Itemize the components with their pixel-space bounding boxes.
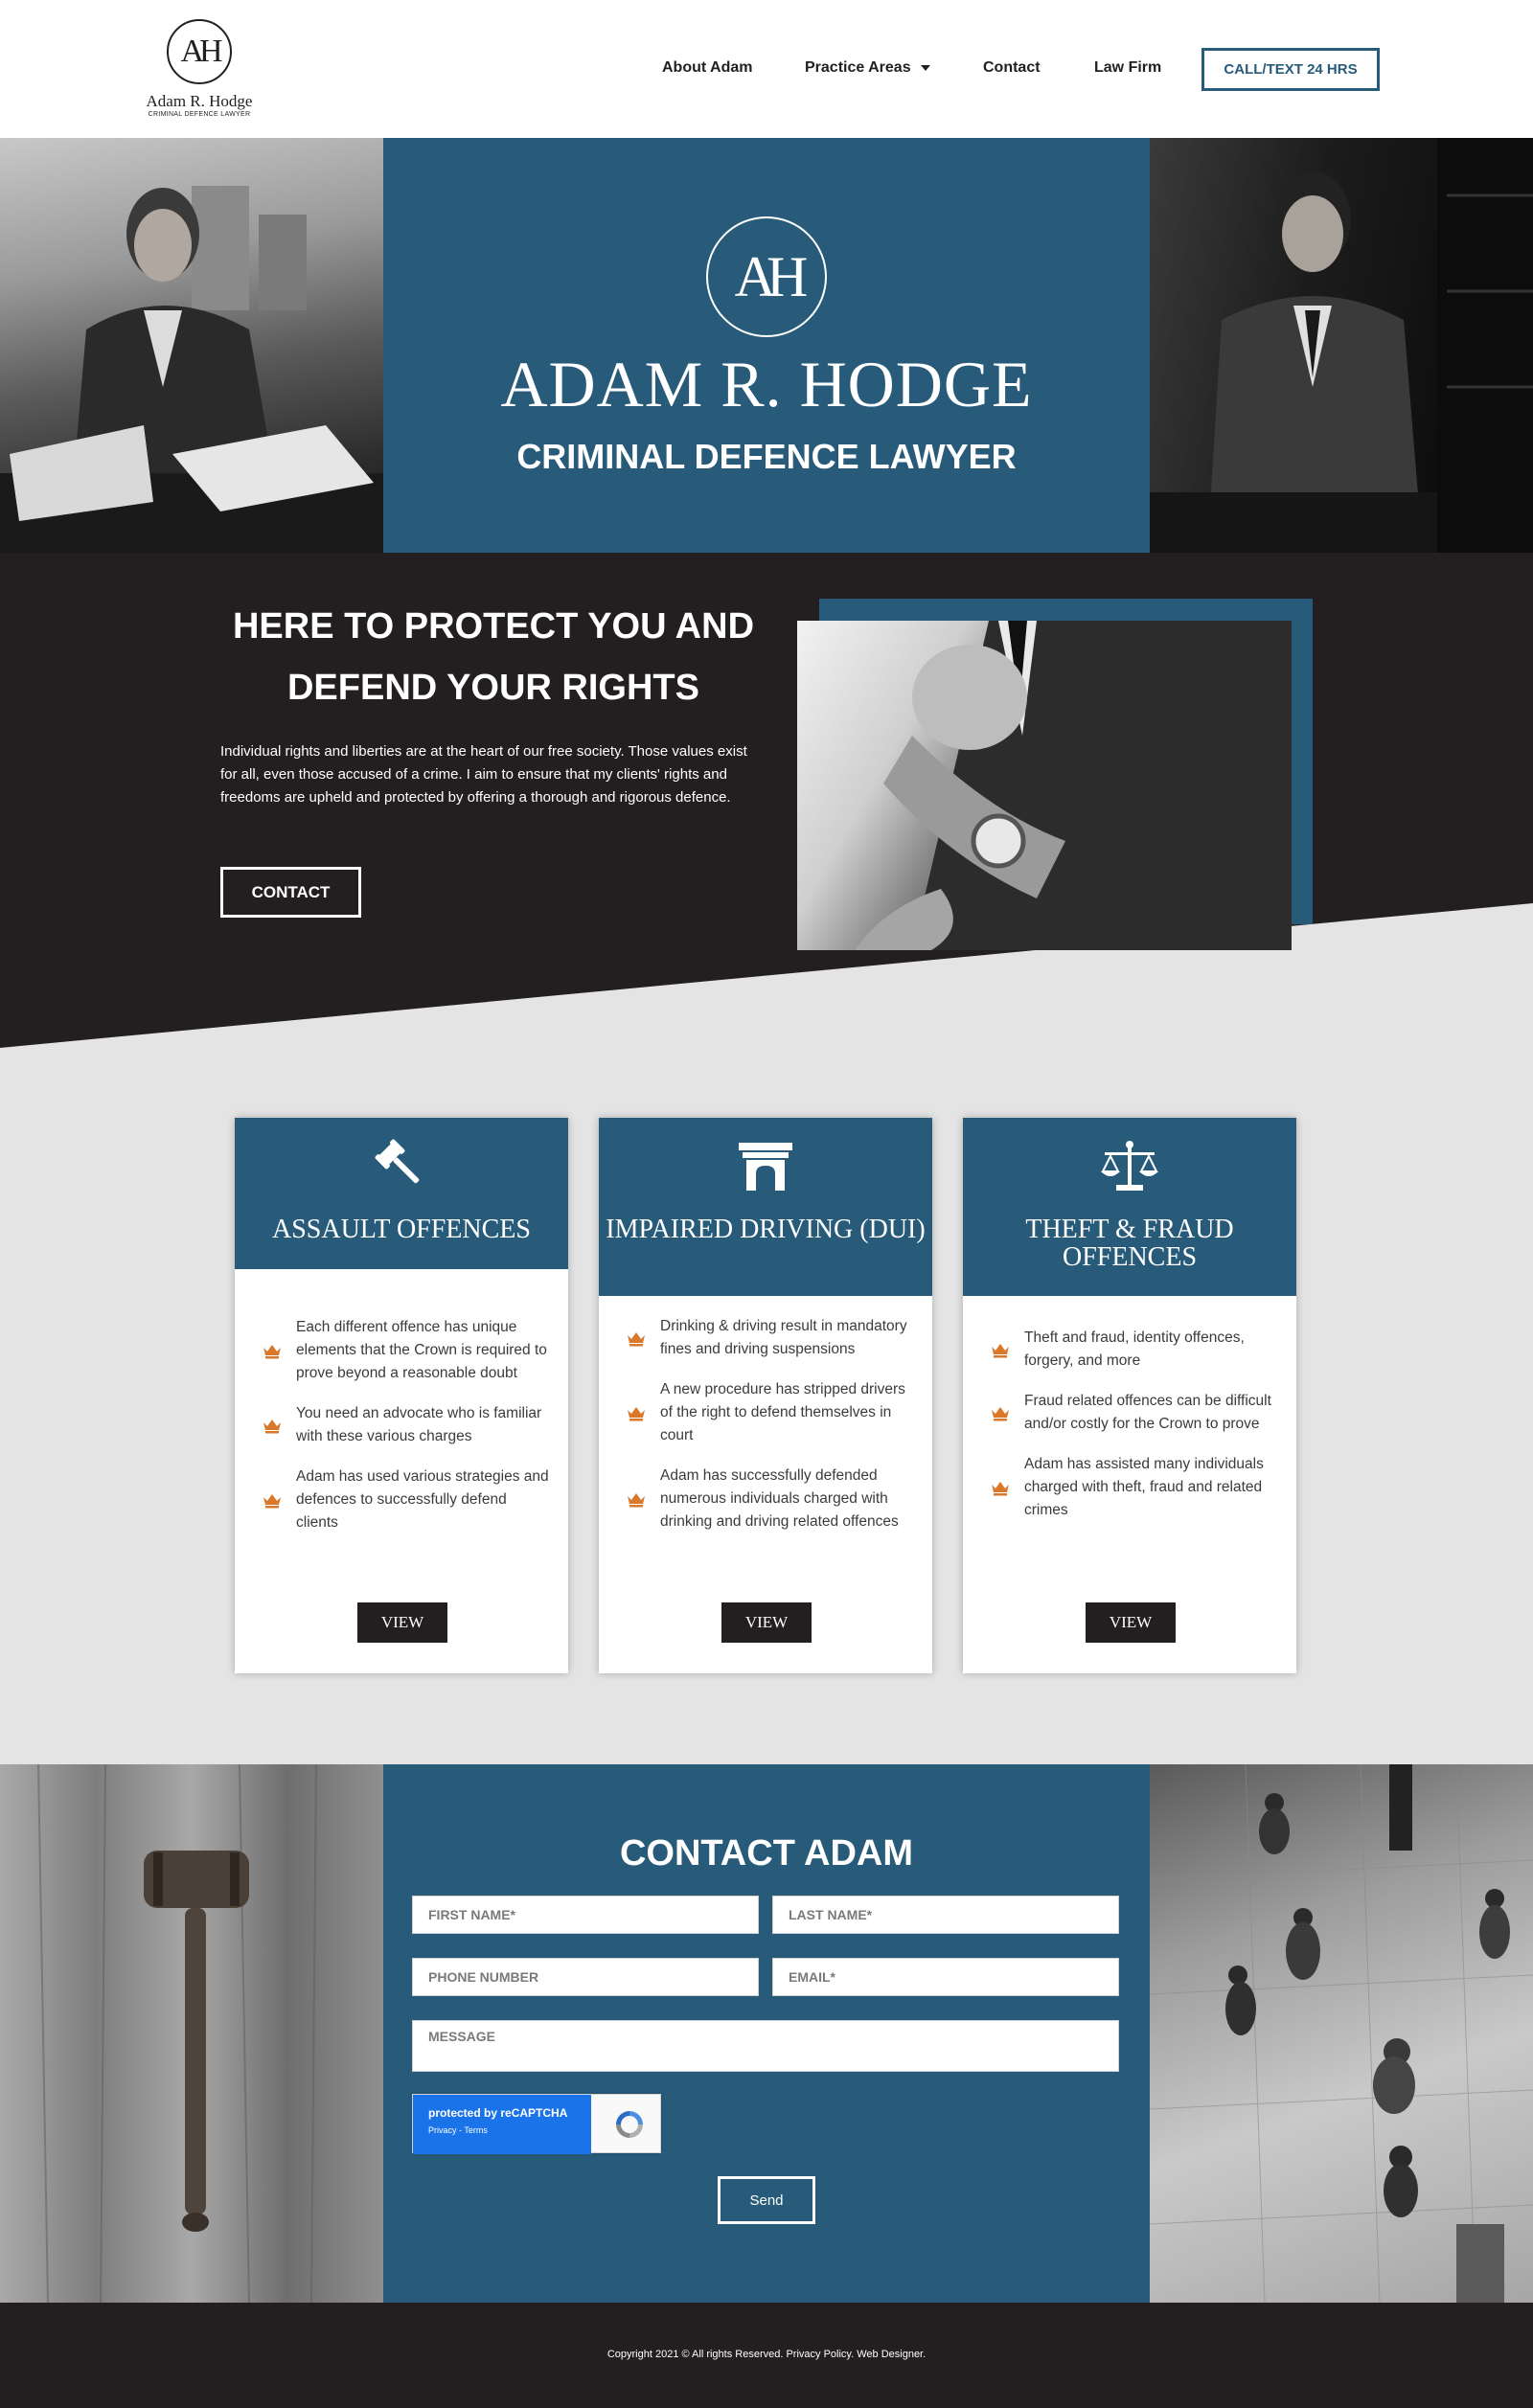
- hero-section: AH ADAM R. HODGE CRIMINAL DEFENCE LAWYER: [0, 138, 1533, 553]
- card-list: Theft and fraud, identity offences, forg…: [990, 1327, 1277, 1539]
- phone-field[interactable]: PHONE NUMBER: [412, 1958, 759, 1996]
- card-item-text: Adam has successfully defended numerous …: [660, 1467, 899, 1530]
- service-card-impaired-driving: IMPAIRED DRIVING (DUI) Drinking & drivin…: [599, 1118, 932, 1673]
- contact-form-panel: CONTACT ADAM FIRST NAME* LAST NAME* PHON…: [383, 1764, 1150, 2303]
- crown-icon: [263, 1420, 281, 1434]
- list-item: Adam has used various strategies and def…: [262, 1465, 549, 1534]
- courthouse-icon: [599, 1139, 932, 1193]
- crown-icon: [263, 1494, 281, 1509]
- lawyer-portrait-photo: [1150, 138, 1533, 553]
- view-assault-button[interactable]: VIEW: [357, 1602, 447, 1643]
- card-item-text: Theft and fraud, identity offences, forg…: [1024, 1329, 1245, 1369]
- contact-button[interactable]: CONTACT: [220, 867, 361, 918]
- crown-icon: [992, 1407, 1009, 1421]
- lawyer-writing-photo: [0, 138, 383, 553]
- recaptcha-widget[interactable]: protected by reCAPTCHA Privacy - Terms: [412, 2094, 661, 2154]
- card-item-text: Fraud related offences can be difficult …: [1024, 1393, 1271, 1432]
- card-title: THEFT & FRAUD OFFENCES: [1025, 1215, 1234, 1272]
- card-item-text: Drinking & driving result in mandatory f…: [660, 1318, 907, 1357]
- nav-practice-areas-label: Practice Areas: [805, 59, 911, 76]
- recaptcha-icon: [616, 2111, 643, 2138]
- contact-section: CONTACT ADAM FIRST NAME* LAST NAME* PHON…: [0, 1764, 1533, 2303]
- card-header: IMPAIRED DRIVING (DUI): [599, 1118, 932, 1296]
- service-card-assault: ASSAULT OFFENCES Each different offence …: [235, 1118, 568, 1673]
- email-field[interactable]: EMAIL*: [772, 1958, 1119, 1996]
- crown-icon: [263, 1345, 281, 1359]
- gavel-photo: [0, 1764, 383, 2303]
- recaptcha-links[interactable]: Privacy - Terms: [428, 2125, 576, 2135]
- nav-practice-areas[interactable]: Practice Areas: [805, 59, 930, 77]
- recaptcha-label: protected by reCAPTCHA: [428, 2106, 568, 2120]
- courthouse-crowd-photo: [1150, 1764, 1533, 2303]
- service-card-theft-fraud: THEFT & FRAUD OFFENCES Theft and fraud, …: [963, 1118, 1296, 1673]
- card-list: Drinking & driving result in mandatory f…: [626, 1315, 913, 1551]
- card-list: Each different offence has unique elemen…: [262, 1316, 549, 1552]
- logo-monogram[interactable]: AH: [167, 19, 232, 84]
- card-header: THEFT & FRAUD OFFENCES: [963, 1118, 1296, 1296]
- list-item: Adam has assisted many individuals charg…: [990, 1453, 1277, 1522]
- hero-banner: AH ADAM R. HODGE CRIMINAL DEFENCE LAWYER: [383, 138, 1150, 553]
- site-header: AH Adam R. Hodge CRIMINAL DEFENCE LAWYER…: [0, 0, 1533, 138]
- list-item: Fraud related offences can be difficult …: [990, 1390, 1277, 1436]
- gavel-icon: [235, 1139, 568, 1193]
- list-item: Each different offence has unique elemen…: [262, 1316, 549, 1385]
- site-footer: Copyright 2021 © All rights Reserved. Pr…: [0, 2303, 1533, 2408]
- protect-title: HERE TO PROTECT YOU AND DEFEND YOUR RIGH…: [220, 596, 766, 718]
- crown-icon: [628, 1407, 645, 1421]
- nav-contact[interactable]: Contact: [983, 59, 1041, 77]
- last-name-field[interactable]: LAST NAME*: [772, 1896, 1119, 1934]
- card-header: ASSAULT OFFENCES: [235, 1118, 568, 1269]
- hero-monogram: AH: [706, 216, 827, 337]
- logo-tagline: CRIMINAL DEFENCE LAWYER: [148, 111, 251, 118]
- logo-name[interactable]: Adam R. Hodge: [125, 92, 274, 111]
- card-item-text: Adam has assisted many individuals charg…: [1024, 1456, 1264, 1518]
- protect-title-line1: HERE TO PROTECT YOU AND: [232, 606, 755, 647]
- list-item: Adam has successfully defended numerous …: [626, 1465, 913, 1533]
- message-field[interactable]: MESSAGE: [412, 2020, 1119, 2072]
- card-item-text: You need an advocate who is familiar wit…: [296, 1405, 542, 1444]
- practice-areas-section: ASSAULT OFFENCES Each different offence …: [0, 1048, 1533, 1764]
- nav-about-adam[interactable]: About Adam: [662, 59, 753, 77]
- chevron-down-icon: [920, 64, 930, 71]
- card-item-text: A new procedure has stripped drivers of …: [660, 1381, 905, 1443]
- list-item: Drinking & driving result in mandatory f…: [626, 1315, 913, 1361]
- first-name-field[interactable]: FIRST NAME*: [412, 1896, 759, 1934]
- view-theft-fraud-button[interactable]: VIEW: [1086, 1602, 1176, 1643]
- protect-section: HERE TO PROTECT YOU AND DEFEND YOUR RIGH…: [0, 553, 1533, 1127]
- list-item: A new procedure has stripped drivers of …: [626, 1378, 913, 1447]
- suit-watch-photo: [797, 621, 1292, 950]
- copyright-text: Copyright 2021 © All rights Reserved. Pr…: [606, 2349, 927, 2360]
- list-item: Theft and fraud, identity offences, forg…: [990, 1327, 1277, 1373]
- protect-title-line2: DEFEND YOUR RIGHTS: [286, 668, 699, 708]
- hero-name: ADAM R. HODGE: [500, 348, 1033, 420]
- view-impaired-driving-button[interactable]: VIEW: [721, 1602, 812, 1643]
- crown-icon: [992, 1482, 1009, 1496]
- card-item-text: Each different offence has unique elemen…: [296, 1319, 547, 1381]
- crown-icon: [992, 1344, 1009, 1358]
- contact-title: CONTACT ADAM: [619, 1833, 914, 1874]
- send-button[interactable]: Send: [718, 2176, 815, 2224]
- crown-icon: [628, 1493, 645, 1508]
- call-text-button[interactable]: CALL/TEXT 24 HRS: [1201, 48, 1380, 91]
- card-title: IMPAIRED DRIVING (DUI): [606, 1215, 926, 1244]
- nav-law-firm[interactable]: Law Firm: [1094, 59, 1161, 77]
- crown-icon: [628, 1332, 645, 1347]
- protect-body: Individual rights and liberties are at t…: [220, 743, 747, 806]
- scales-icon: [963, 1139, 1296, 1193]
- list-item: You need an advocate who is familiar wit…: [262, 1402, 549, 1448]
- card-item-text: Adam has used various strategies and def…: [296, 1468, 549, 1531]
- recaptcha-badge: protected by reCAPTCHA Privacy - Terms: [413, 2095, 591, 2154]
- card-title: ASSAULT OFFENCES: [272, 1215, 531, 1244]
- hero-subtitle: CRIMINAL DEFENCE LAWYER: [516, 437, 1017, 476]
